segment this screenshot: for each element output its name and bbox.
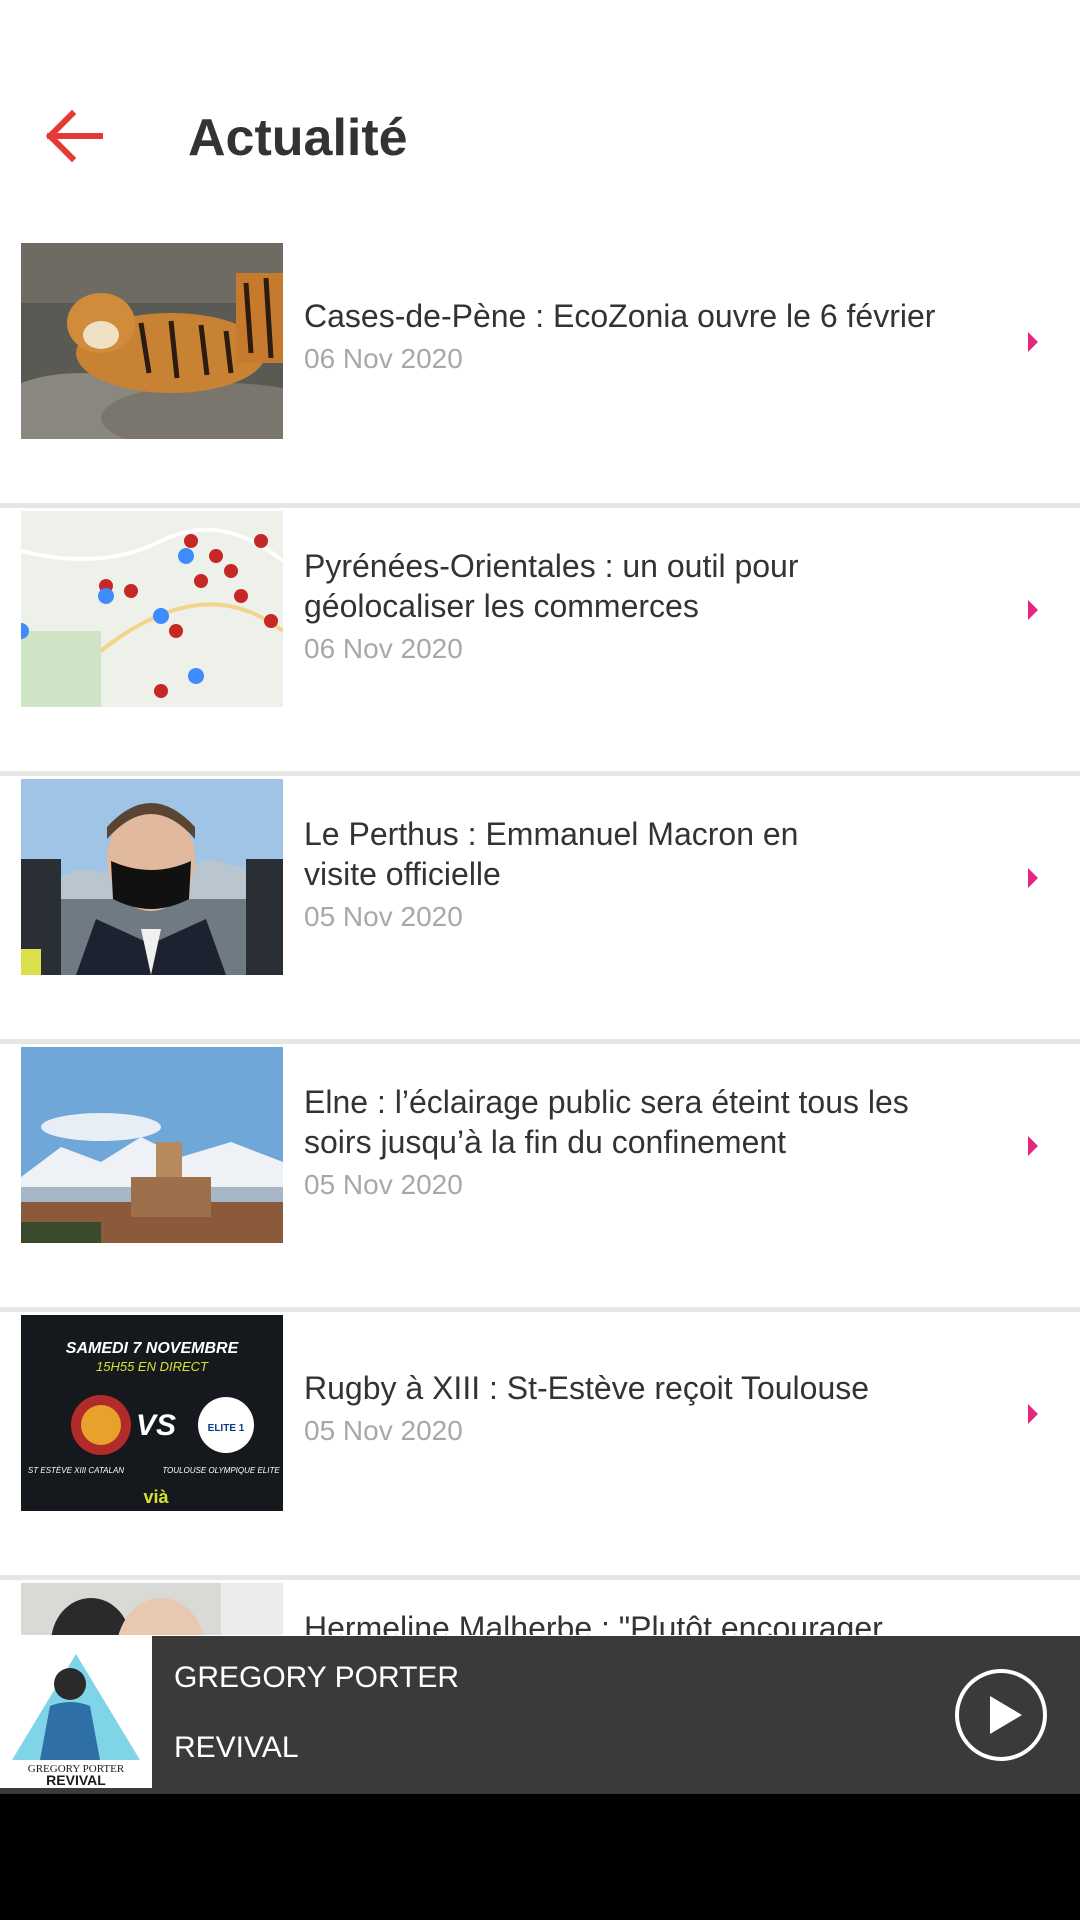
thumb-vs: VS [136, 1409, 176, 1442]
news-thumbnail-tiger [21, 243, 283, 439]
news-thumbnail-rugby: SAMEDI 7 NOVEMBRE 15H55 EN DIRECT VS ELI… [21, 1315, 283, 1511]
news-headline: Cases-de-Pène : EcoZonia ouvre le 6 févr… [304, 298, 936, 334]
album-cover: GREGORY PORTER REVIVAL [0, 1636, 152, 1788]
news-date: 05 Nov 2020 [304, 1415, 463, 1446]
player-artist: GREGORY PORTER [174, 1661, 460, 1694]
news-thumbnail-person [21, 1583, 283, 1635]
system-nav-bar [0, 1794, 1080, 1920]
page-title: Actualité [188, 109, 408, 167]
news-item[interactable]: Elne : l’éclairage public sera éteint to… [0, 1044, 1080, 1312]
chevron-right-icon [1028, 332, 1038, 352]
news-date: 05 Nov 2020 [304, 1169, 463, 1200]
arrow-left-icon [45, 109, 103, 163]
chevron-right-icon [1028, 600, 1038, 620]
news-list[interactable]: Cases-de-Pène : EcoZonia ouvre le 6 févr… [0, 240, 1080, 1635]
thumb-badge: ELITE 1 [208, 1423, 245, 1434]
thumb-logo: vià [143, 1487, 169, 1507]
news-date: 06 Nov 2020 [304, 343, 463, 374]
news-headline: Pyrénées-Orientales : un outil pour géol… [304, 548, 799, 624]
news-thumbnail-landscape [21, 1047, 283, 1243]
thumb-line1: SAMEDI 7 NOVEMBRE [66, 1340, 240, 1357]
back-button[interactable] [36, 98, 112, 174]
thumb-right-team: TOULOUSE OLYMPIQUE ELITE [162, 1466, 280, 1475]
news-item[interactable]: Cases-de-Pène : EcoZonia ouvre le 6 févr… [0, 240, 1080, 508]
app-bar: Actualité [0, 0, 1080, 240]
player-track: REVIVAL [174, 1731, 299, 1764]
chevron-right-icon [1028, 1404, 1038, 1424]
thumb-line2: 15H55 EN DIRECT [96, 1359, 209, 1374]
news-headline: Elne : l’éclairage public sera éteint to… [304, 1084, 909, 1160]
news-date: 06 Nov 2020 [304, 633, 463, 664]
news-item[interactable]: SAMEDI 7 NOVEMBRE 15H55 EN DIRECT VS ELI… [0, 1312, 1080, 1580]
news-headline: Le Perthus : Emmanuel Macron en visite o… [304, 816, 799, 892]
news-date: 05 Nov 2020 [304, 901, 463, 932]
news-item[interactable]: Hermeline Malherbe : "Plutôt encourager [0, 1580, 1080, 1635]
play-button[interactable] [954, 1668, 1048, 1762]
news-headline: Hermeline Malherbe : "Plutôt encourager [304, 1610, 883, 1635]
news-headline: Rugby à XIII : St-Estève reçoit Toulouse [304, 1370, 870, 1406]
play-icon [955, 1669, 1047, 1761]
news-thumbnail-map [21, 511, 283, 707]
news-item[interactable]: Pyrénées-Orientales : un outil pour géol… [0, 508, 1080, 776]
chevron-right-icon [1028, 868, 1038, 888]
cover-text-2: REVIVAL [46, 1772, 106, 1788]
mini-player[interactable]: GREGORY PORTER REVIVAL GREGORY PORTER RE… [0, 1636, 1080, 1794]
thumb-left-team: ST ESTÈVE XIII CATALAN [28, 1466, 124, 1475]
news-item[interactable]: Le Perthus : Emmanuel Macron en visite o… [0, 776, 1080, 1044]
news-thumbnail-portrait [21, 779, 283, 975]
chevron-right-icon [1028, 1136, 1038, 1156]
